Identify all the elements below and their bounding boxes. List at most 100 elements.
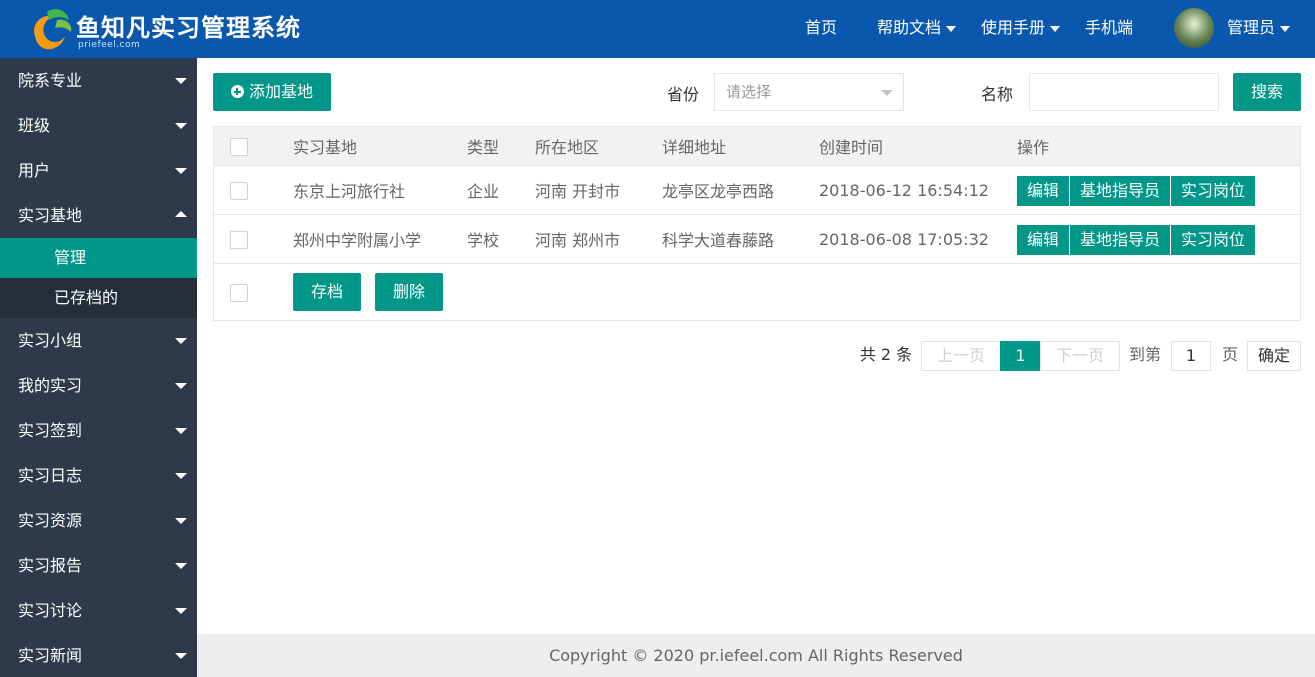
nav-help-docs[interactable]: 帮助文档 <box>877 0 957 58</box>
footer-select-checkbox[interactable] <box>230 284 248 302</box>
chevron-down-icon <box>175 78 187 84</box>
sidebar-item-label: 实习讨论 <box>18 601 83 620</box>
sidebar-subitem-manage[interactable]: 管理 <box>0 238 197 278</box>
chevron-down-icon <box>1280 25 1291 32</box>
chevron-down-icon <box>175 518 187 524</box>
confirm-button[interactable]: 确定 <box>1247 341 1301 371</box>
column-header-created: 创建时间 <box>819 138 884 157</box>
table-row: 郑州中学附属小学 学校 河南 郑州市 科学大道春藤路 2018-06-08 17… <box>214 215 1300 264</box>
nav-help-docs-label: 帮助文档 <box>877 18 942 37</box>
chevron-up-icon <box>175 211 187 217</box>
delete-button[interactable]: 删除 <box>375 273 443 311</box>
positions-button[interactable]: 实习岗位 <box>1171 176 1256 206</box>
cell-base-name: 郑州中学附属小学 <box>293 231 422 250</box>
sidebar-item-discussion[interactable]: 实习讨论 <box>0 588 197 633</box>
sidebar-item-classes[interactable]: 班级 <box>0 103 197 148</box>
column-header-address: 详细地址 <box>662 138 727 157</box>
chevron-down-icon <box>1050 25 1061 32</box>
instructor-button[interactable]: 基地指导员 <box>1070 176 1172 206</box>
column-header-region: 所在地区 <box>535 138 600 157</box>
prev-page-button[interactable]: 上一页 <box>921 341 1001 371</box>
name-input[interactable] <box>1029 73 1219 111</box>
sidebar-item-label: 实习报告 <box>18 556 83 575</box>
sidebar-item-users[interactable]: 用户 <box>0 148 197 193</box>
province-placeholder: 请选择 <box>726 83 772 101</box>
next-page-button[interactable]: 下一页 <box>1040 341 1120 371</box>
cell-type: 学校 <box>467 231 500 250</box>
column-header-actions: 操作 <box>1017 138 1050 157</box>
chevron-down-icon <box>946 25 957 32</box>
search-button[interactable]: 搜索 <box>1233 73 1301 111</box>
sidebar-item-label: 实习新闻 <box>18 646 83 665</box>
chevron-down-icon <box>175 168 187 174</box>
page-number-input[interactable]: 1 <box>1171 341 1211 371</box>
plus-circle-icon <box>230 85 244 98</box>
user-name: 管理员 <box>1227 18 1276 37</box>
footer-copyright: Copyright © 2020 pr.iefeel.com All Right… <box>197 634 1315 677</box>
row-actions: 编辑 基地指导员 实习岗位 <box>1017 176 1256 206</box>
chevron-down-icon <box>175 428 187 434</box>
cell-region: 河南 开封市 <box>535 182 621 201</box>
name-label: 名称 <box>981 85 1014 104</box>
cell-created: 2018-06-12 16:54:12 <box>819 180 989 200</box>
column-header-type: 类型 <box>467 138 500 157</box>
chevron-down-icon <box>175 123 187 129</box>
sidebar-item-news[interactable]: 实习新闻 <box>0 633 197 677</box>
edit-button[interactable]: 编辑 <box>1017 225 1071 255</box>
chevron-down-icon <box>175 473 187 479</box>
sidebar-item-bases[interactable]: 实习基地 <box>0 193 197 238</box>
nav-manual[interactable]: 使用手册 <box>981 0 1061 58</box>
sidebar-item-groups[interactable]: 实习小组 <box>0 318 197 363</box>
sidebar-item-checkin[interactable]: 实习签到 <box>0 408 197 453</box>
sidebar-item-label: 我的实习 <box>18 376 83 395</box>
province-select[interactable]: 请选择 <box>714 73 904 111</box>
chevron-down-icon <box>175 338 187 344</box>
chevron-down-icon <box>881 90 893 96</box>
cell-created: 2018-06-08 17:05:32 <box>819 229 989 249</box>
select-all-checkbox[interactable] <box>230 138 248 156</box>
nav-user-menu[interactable]: 管理员 <box>1227 0 1291 58</box>
chevron-down-icon <box>175 383 187 389</box>
row-checkbox[interactable] <box>230 182 248 200</box>
sidebar-item-logs[interactable]: 实习日志 <box>0 453 197 498</box>
goto-label: 到第 <box>1128 345 1161 364</box>
nav-home[interactable]: 首页 <box>805 0 837 58</box>
cell-type: 企业 <box>467 182 500 201</box>
archive-button[interactable]: 存档 <box>293 273 361 311</box>
table-row: 东京上河旅行社 企业 河南 开封市 龙亭区龙亭西路 2018-06-12 16:… <box>214 166 1300 215</box>
top-header: 鱼知凡实习管理系统 priefeel.com 首页 帮助文档 使用手册 手机端 … <box>0 0 1315 58</box>
page-unit-label: 页 <box>1221 345 1238 364</box>
sidebar-subitem-archived[interactable]: 已存档的 <box>0 278 197 318</box>
cell-address: 科学大道春藤路 <box>662 231 775 250</box>
sidebar-item-my-internship[interactable]: 我的实习 <box>0 363 197 408</box>
sidebar-item-label: 用户 <box>18 161 51 180</box>
cell-region: 河南 郑州市 <box>535 231 621 250</box>
chevron-down-icon <box>175 653 187 659</box>
sidebar-item-departments[interactable]: 院系专业 <box>0 58 197 103</box>
sidebar-item-label: 实习资源 <box>18 511 83 530</box>
fish-logo-icon <box>34 9 72 50</box>
bases-table: 实习基地 类型 所在地区 详细地址 创建时间 操作 东京上河旅行社 企业 河南 … <box>213 126 1301 321</box>
row-actions: 编辑 基地指导员 实习岗位 <box>1017 225 1256 255</box>
app-subtitle: priefeel.com <box>78 40 141 50</box>
sidebar-item-reports[interactable]: 实习报告 <box>0 543 197 588</box>
add-base-button[interactable]: 添加基地 <box>213 73 331 111</box>
add-base-label: 添加基地 <box>248 82 313 101</box>
sidebar-item-label: 实习小组 <box>18 331 83 350</box>
sidebar-item-label: 实习签到 <box>18 421 83 440</box>
sidebar-item-label: 班级 <box>18 116 51 135</box>
sidebar-item-label: 实习基地 <box>18 206 83 225</box>
positions-button[interactable]: 实习岗位 <box>1171 225 1256 255</box>
province-label: 省份 <box>667 85 700 104</box>
table-header: 实习基地 类型 所在地区 详细地址 创建时间 操作 <box>214 127 1300 166</box>
column-header-base: 实习基地 <box>293 138 358 157</box>
current-page-button[interactable]: 1 <box>1000 341 1041 371</box>
chevron-down-icon <box>175 563 187 569</box>
sidebar-item-resources[interactable]: 实习资源 <box>0 498 197 543</box>
instructor-button[interactable]: 基地指导员 <box>1070 225 1172 255</box>
avatar[interactable] <box>1174 8 1214 48</box>
row-checkbox[interactable] <box>230 231 248 249</box>
edit-button[interactable]: 编辑 <box>1017 176 1071 206</box>
sidebar: 院系专业 班级 用户 实习基地 管理 已存档的 实习小组 我的实习 实习签到 实… <box>0 58 197 677</box>
nav-mobile[interactable]: 手机端 <box>1085 0 1133 58</box>
